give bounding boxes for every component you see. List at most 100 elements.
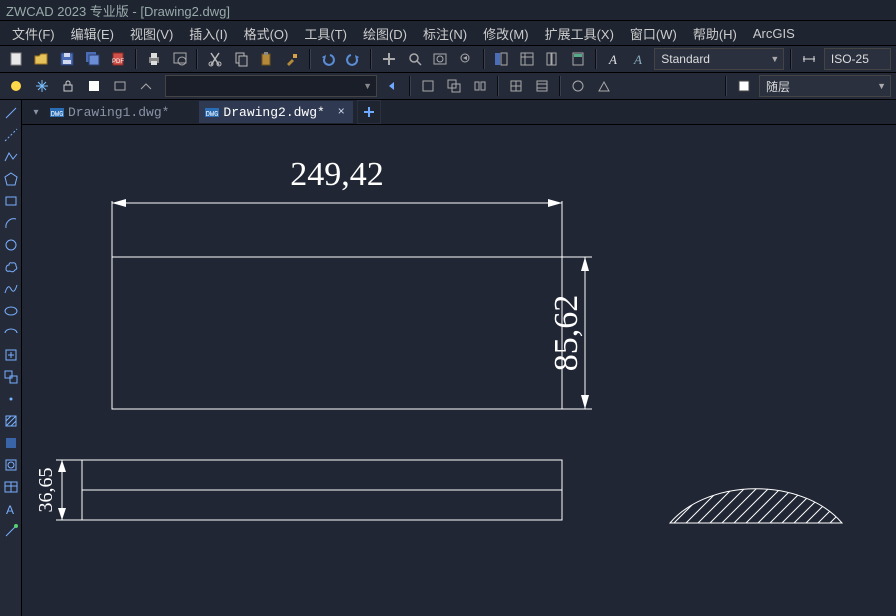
dim-right-text: 85,62 — [548, 295, 585, 372]
toolbar-main: PDF A A Standard ▼ ISO-25 — [0, 46, 896, 73]
layer-more2-icon[interactable] — [134, 74, 158, 98]
drawing-canvas[interactable]: 249,42 85,62 — [22, 125, 896, 616]
zoom-prev-button[interactable] — [454, 47, 478, 71]
menu-file[interactable]: 文件(F) — [4, 22, 63, 45]
menu-help[interactable]: 帮助(H) — [685, 22, 745, 45]
menu-edit[interactable]: 编辑(E) — [63, 22, 122, 45]
block-tool-1[interactable] — [416, 74, 440, 98]
ellipse-tool[interactable] — [2, 302, 20, 320]
new-file-button[interactable] — [4, 47, 28, 71]
zoom-realtime-button[interactable] — [403, 47, 427, 71]
polygon-tool[interactable] — [2, 170, 20, 188]
tab-scroll-arrow[interactable]: ▾ — [28, 107, 44, 118]
construction-line-tool[interactable] — [2, 126, 20, 144]
menu-draw[interactable]: 绘图(D) — [355, 22, 415, 45]
table-tool[interactable] — [2, 478, 20, 496]
menu-view[interactable]: 视图(V) — [122, 22, 181, 45]
dwg-icon: DWG — [205, 106, 219, 118]
menu-bar: 文件(F) 编辑(E) 视图(V) 插入(I) 格式(O) 工具(T) 绘图(D… — [0, 21, 896, 46]
block-tool-2[interactable] — [442, 74, 466, 98]
close-icon[interactable]: × — [338, 105, 345, 119]
circle-tool[interactable] — [2, 236, 20, 254]
misc-tool-2[interactable] — [592, 74, 616, 98]
dim-left-small-text: 36,65 — [35, 468, 57, 513]
arc-tool[interactable] — [2, 214, 20, 232]
layer-color-icon[interactable] — [82, 74, 106, 98]
document-tabs: ▾ DWG Drawing1.dwg* DWG Drawing2.dwg* × — [22, 100, 896, 125]
table-tool-2[interactable] — [530, 74, 554, 98]
layer-more-icon[interactable] — [108, 74, 132, 98]
mtext-tool[interactable]: A — [2, 500, 20, 518]
line-tool[interactable] — [2, 104, 20, 122]
block-tool-3[interactable] — [468, 74, 492, 98]
hatch-tool[interactable] — [2, 412, 20, 430]
polyline-tool[interactable] — [2, 148, 20, 166]
pdf-button[interactable]: PDF — [107, 47, 131, 71]
layer-freeze-icon[interactable] — [30, 74, 54, 98]
svg-text:DWG: DWG — [51, 111, 64, 118]
text-style-icon[interactable]: A — [602, 47, 626, 71]
copy-button[interactable] — [229, 47, 253, 71]
insert-block-tool[interactable] — [2, 346, 20, 364]
tool-palette-button[interactable] — [541, 47, 565, 71]
layer-on-icon[interactable] — [4, 74, 28, 98]
text-style-value: Standard — [661, 52, 710, 66]
misc-tool-1[interactable] — [566, 74, 590, 98]
dim-style-icon[interactable] — [797, 47, 821, 71]
point-tool[interactable] — [2, 390, 20, 408]
menu-tools[interactable]: 工具(T) — [296, 22, 355, 45]
text-style-icon-2[interactable]: A — [628, 47, 652, 71]
svg-text:A: A — [633, 52, 642, 67]
title-bar: ZWCAD 2023 专业版 - [Drawing2.dwg] — [0, 0, 896, 21]
color-swatch[interactable] — [732, 74, 756, 98]
svg-text:A: A — [608, 52, 617, 67]
hatched-section — [662, 455, 896, 535]
pan-button[interactable] — [377, 47, 401, 71]
save-all-button[interactable] — [81, 47, 105, 71]
ellipse-arc-tool[interactable] — [2, 324, 20, 342]
svg-text:DWG: DWG — [206, 111, 219, 118]
menu-format[interactable]: 格式(O) — [236, 22, 297, 45]
layer-lock-icon[interactable] — [56, 74, 80, 98]
dim-top-text: 249,42 — [290, 156, 384, 193]
gradient-tool[interactable] — [2, 434, 20, 452]
revcloud-tool[interactable] — [2, 258, 20, 276]
undo-button[interactable] — [316, 47, 340, 71]
menu-insert[interactable]: 插入(I) — [181, 22, 235, 45]
menu-window[interactable]: 窗口(W) — [622, 22, 685, 45]
layer-previous-button[interactable] — [380, 74, 404, 98]
spline-tool[interactable] — [2, 280, 20, 298]
menu-extend-tools[interactable]: 扩展工具(X) — [537, 22, 622, 45]
zoom-window-button[interactable] — [428, 47, 452, 71]
menu-modify[interactable]: 修改(M) — [475, 22, 537, 45]
design-center-button[interactable] — [515, 47, 539, 71]
cut-button[interactable] — [203, 47, 227, 71]
paste-button[interactable] — [255, 47, 279, 71]
text-style-dropdown[interactable]: Standard ▼ — [654, 48, 784, 70]
redo-button[interactable] — [341, 47, 365, 71]
layer-dropdown[interactable]: ▼ — [165, 75, 377, 97]
tab-drawing1[interactable]: DWG Drawing1.dwg* — [44, 101, 197, 123]
dim-style-dropdown[interactable]: ISO-25 — [824, 48, 891, 70]
workspace: A ▾ DWG Drawing1.dwg* DWG Drawing2.dwg* … — [0, 100, 896, 616]
rectangle-tool[interactable] — [2, 192, 20, 210]
print-preview-button[interactable] — [168, 47, 192, 71]
tab-add-button[interactable] — [357, 100, 381, 124]
tab-drawing2[interactable]: DWG Drawing2.dwg* × — [199, 101, 352, 123]
open-file-button[interactable] — [30, 47, 54, 71]
chevron-down-icon: ▼ — [877, 81, 886, 91]
menu-arcgis[interactable]: ArcGIS — [745, 24, 803, 43]
match-prop-button[interactable] — [280, 47, 304, 71]
region-tool[interactable] — [2, 456, 20, 474]
print-button[interactable] — [142, 47, 166, 71]
drawing-svg: 249,42 85,62 — [22, 125, 896, 616]
color-bylayer-dropdown[interactable]: 随层 ▼ — [759, 75, 891, 97]
addline-tool[interactable] — [2, 522, 20, 540]
calc-button[interactable] — [566, 47, 590, 71]
properties-button[interactable] — [490, 47, 514, 71]
menu-dimension[interactable]: 标注(N) — [415, 22, 475, 45]
make-block-tool[interactable] — [2, 368, 20, 386]
save-button[interactable] — [55, 47, 79, 71]
svg-text:A: A — [6, 503, 14, 517]
table-tool-1[interactable] — [504, 74, 528, 98]
